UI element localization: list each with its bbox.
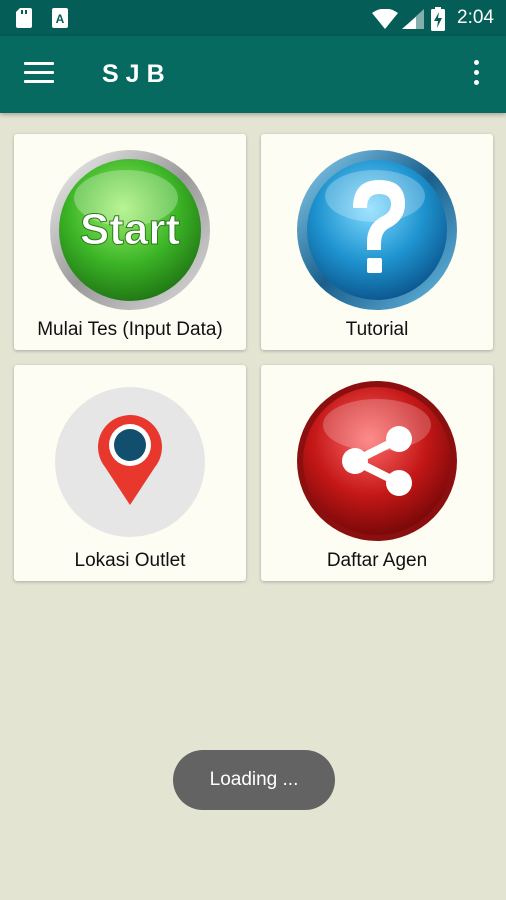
loading-toast: Loading ... bbox=[173, 750, 335, 810]
app-title: SJB bbox=[102, 60, 172, 88]
wifi-icon bbox=[372, 9, 398, 29]
start-button-icon: Start bbox=[50, 150, 210, 310]
overflow-menu-icon[interactable] bbox=[468, 60, 484, 90]
location-pin-icon bbox=[55, 387, 205, 537]
card-label: Mulai Tes (Input Data) bbox=[37, 319, 223, 340]
card-lokasi-outlet[interactable]: Lokasi Outlet bbox=[14, 365, 246, 581]
sd-card-icon bbox=[16, 8, 32, 28]
card-daftar-agen[interactable]: Daftar Agen bbox=[261, 365, 493, 581]
status-bar: A 2:04 bbox=[0, 0, 506, 36]
card-label: Tutorial bbox=[345, 319, 409, 340]
signal-icon bbox=[402, 9, 424, 29]
help-question-icon bbox=[297, 150, 457, 310]
keyboard-notification-icon: A bbox=[52, 8, 68, 28]
card-label: Daftar Agen bbox=[326, 550, 428, 571]
card-tutorial[interactable]: Tutorial bbox=[261, 134, 493, 350]
card-label: Lokasi Outlet bbox=[74, 550, 186, 571]
share-icon bbox=[297, 381, 457, 541]
status-time: 2:04 bbox=[457, 7, 494, 28]
card-mulai-tes[interactable]: Start Mulai Tes (Input Data) bbox=[14, 134, 246, 350]
start-badge-text: Start bbox=[80, 205, 181, 254]
app-bar: SJB bbox=[0, 36, 506, 113]
battery-charging-icon bbox=[431, 7, 445, 31]
svg-text:A: A bbox=[56, 12, 65, 26]
hamburger-menu-icon[interactable] bbox=[24, 62, 54, 86]
